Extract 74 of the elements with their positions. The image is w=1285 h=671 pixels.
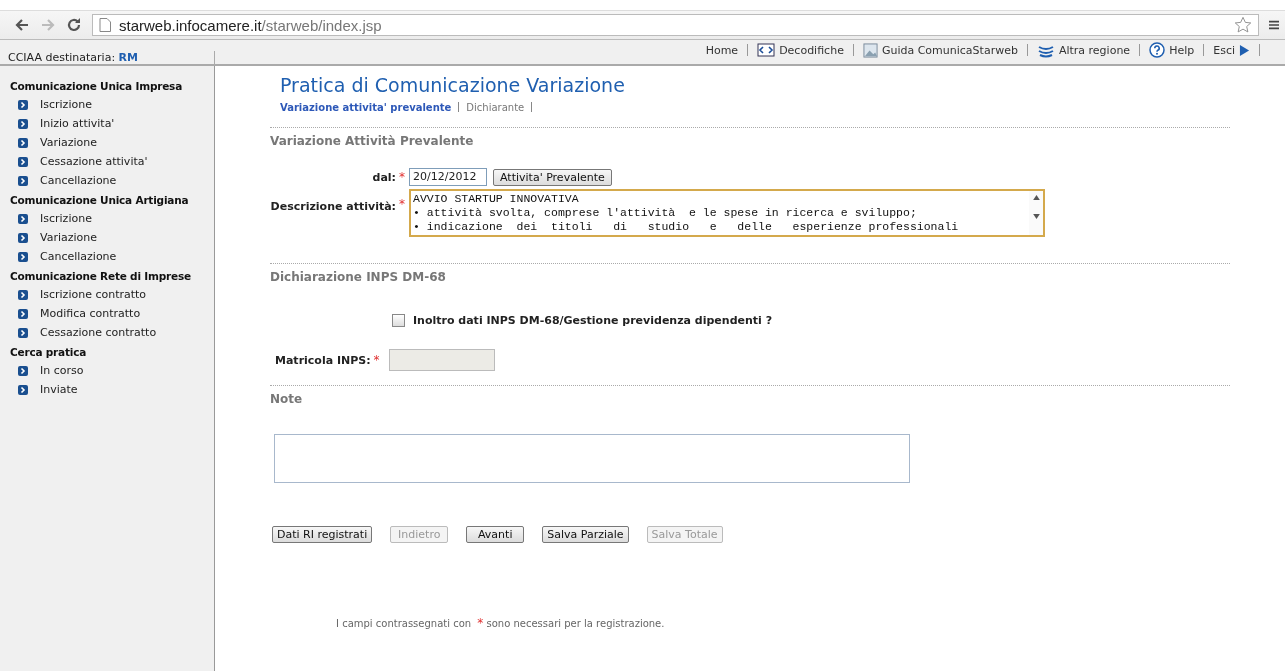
sidebar-link[interactable]: Cessazione contratto xyxy=(40,326,157,339)
sidebar-link[interactable]: Inviate xyxy=(40,383,78,396)
sidebar-link[interactable]: Variazione xyxy=(40,136,98,149)
sidebar-heading: Comunicazione Unica Artigiana xyxy=(9,193,190,208)
section-title: Dichiarazione INPS DM-68 xyxy=(270,270,447,284)
page-icon xyxy=(99,18,111,32)
star-icon[interactable] xyxy=(1234,16,1252,34)
required-mark: * xyxy=(398,170,406,184)
recipient-label: CCIAA destinataria: xyxy=(8,51,116,64)
arrow-bullet-icon xyxy=(18,251,28,262)
reload-icon[interactable] xyxy=(66,17,82,33)
header-link[interactable]: Altra regione xyxy=(1058,43,1131,57)
step-tab[interactable]: Dichiarante xyxy=(466,102,525,113)
play-arrow-icon xyxy=(1239,43,1250,57)
header-link[interactable]: Help xyxy=(1169,43,1195,57)
note-field[interactable] xyxy=(274,434,910,483)
activity-button[interactable]: Attivita' Prevalente xyxy=(493,168,612,186)
scrollbar[interactable] xyxy=(1029,191,1043,235)
section-title: Variazione Attività Prevalente xyxy=(270,134,475,148)
field-label: Descrizione attività: xyxy=(270,199,396,213)
sidebar-link[interactable]: Cessazione attivita' xyxy=(40,155,148,168)
scroll-down-icon[interactable] xyxy=(1032,214,1040,219)
field-label: dal: xyxy=(371,170,396,184)
page-title: Pratica di Comunicazione Variazione xyxy=(280,74,626,96)
description-field[interactable]: AVVIO STARTUP INNOVATIVA • attività svolta, comprese l'attività e le spese in ricerca e sviluppo; • indicazione dei titoli di studio e delle esperienze professionali xyxy=(409,189,1045,237)
menu-icon[interactable] xyxy=(1269,19,1279,31)
sidebar-link[interactable]: Iscrizione contratto xyxy=(40,288,147,301)
sidebar-link[interactable]: Cancellazione xyxy=(40,174,117,187)
arrow-bullet-icon xyxy=(18,308,28,319)
checkbox[interactable] xyxy=(392,314,405,327)
sidebar-link[interactable]: In corso xyxy=(40,364,84,377)
arrow-bullet-icon xyxy=(18,289,28,300)
arrow-bullet-icon xyxy=(18,137,28,148)
sidebar-heading: Cerca pratica xyxy=(9,345,88,360)
sidebar-link[interactable]: Iscrizione xyxy=(40,98,92,111)
header-link[interactable]: Home xyxy=(705,43,739,57)
sidebar-heading: Comunicazione Rete di Imprese xyxy=(9,269,192,284)
image-icon xyxy=(862,42,878,58)
arrow-bullet-icon xyxy=(18,156,28,167)
sidebar-link[interactable]: Cancellazione xyxy=(40,250,117,263)
arrow-bullet-icon xyxy=(18,175,28,186)
sidebar-link[interactable]: Inizio attivita' xyxy=(40,117,115,130)
required-mark: * xyxy=(398,196,406,211)
form-button[interactable]: Salva Parziale xyxy=(542,526,629,543)
arrow-bullet-icon xyxy=(18,365,28,376)
arrow-bullet-icon xyxy=(18,384,28,395)
header-link[interactable]: Decodifiche xyxy=(779,43,844,57)
step-tab[interactable]: Variazione attivita' prevalente xyxy=(280,102,452,113)
address-bar[interactable]: starweb.infocamere.it/starweb/index.jsp xyxy=(92,14,1259,36)
arrow-bullet-icon xyxy=(18,232,28,243)
recipient-value: RM xyxy=(118,51,139,64)
arrow-bullet-icon xyxy=(18,118,28,129)
form-button[interactable]: Avanti xyxy=(466,526,525,543)
arrow-bullet-icon xyxy=(18,213,28,224)
sidebar-heading: Comunicazione Unica Impresa xyxy=(9,79,184,94)
help-icon xyxy=(1149,42,1166,58)
field-label: Matricola INPS: xyxy=(274,353,371,367)
url-text[interactable]: starweb.infocamere.it/starweb/index.jsp xyxy=(119,16,382,34)
sidebar-link[interactable]: Variazione xyxy=(40,231,98,244)
arrow-bullet-icon xyxy=(18,327,28,338)
required-mark: * xyxy=(372,353,381,367)
date-field[interactable]: 20/12/2012 xyxy=(409,168,487,186)
checkbox-label: Inoltro dati INPS DM-68/Gestione previdenza dipendenti ? xyxy=(413,314,773,327)
sidebar-link[interactable]: Modifica contratto xyxy=(40,307,141,320)
form-button[interactable]: Dati RI registrati xyxy=(272,526,373,543)
scroll-up-icon[interactable] xyxy=(1032,195,1040,200)
arrow-bullet-icon xyxy=(18,99,28,110)
footer-note: I campi contrassegnati con * sono necessari per la registrazione. xyxy=(336,616,666,630)
sidebar-link[interactable]: Iscrizione xyxy=(40,212,92,225)
back-icon[interactable] xyxy=(14,17,30,33)
code-icon xyxy=(757,43,776,57)
section-title: Note xyxy=(270,392,304,406)
header-link[interactable]: Guida ComunicaStarweb xyxy=(881,43,1018,57)
header-link[interactable]: Esci xyxy=(1213,43,1235,57)
